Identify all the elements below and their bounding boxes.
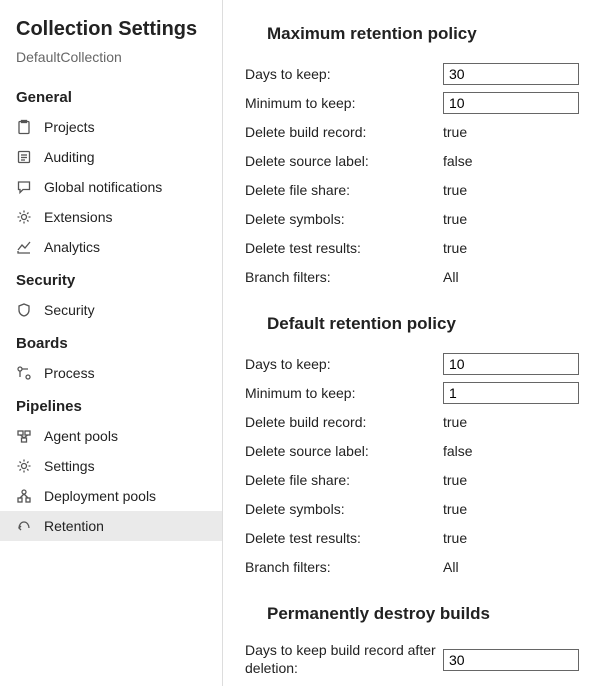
default-delete-build-record-value: true [443, 414, 467, 430]
pool-icon [16, 428, 32, 444]
label-delete-test-results: Delete test results: [245, 530, 443, 546]
days-after-deletion-input[interactable] [443, 649, 579, 671]
sidebar-item-label: Security [44, 302, 95, 318]
max-delete-build-record-value: true [443, 124, 467, 140]
default-branch-filters-value: All [443, 559, 459, 575]
nav-section-boards: Boards [0, 325, 222, 358]
clipboard-icon [16, 119, 32, 135]
sidebar-item-analytics[interactable]: Analytics [0, 232, 222, 262]
nav-section-security: Security [0, 262, 222, 295]
default-delete-symbols-value: true [443, 501, 467, 517]
sidebar-item-projects[interactable]: Projects [0, 112, 222, 142]
label-delete-file-share: Delete file share: [245, 182, 443, 198]
label-days-after-deletion: Days to keep build record after deletion… [245, 642, 443, 677]
sidebar-item-retention[interactable]: Retention [0, 511, 222, 541]
label-delete-symbols: Delete symbols: [245, 211, 443, 227]
process-icon [16, 365, 32, 381]
max-branch-filters-value: All [443, 269, 459, 285]
max-minimum-to-keep-input[interactable] [443, 92, 579, 114]
sidebar-item-security[interactable]: Security [0, 295, 222, 325]
default-delete-test-results-value: true [443, 530, 467, 546]
comment-icon [16, 179, 32, 195]
label-delete-test-results: Delete test results: [245, 240, 443, 256]
default-minimum-to-keep-input[interactable] [443, 382, 579, 404]
max-days-to-keep-input[interactable] [443, 63, 579, 85]
sidebar-item-label: Agent pools [44, 428, 118, 444]
page-title: Collection Settings [0, 18, 222, 49]
shield-icon [16, 302, 32, 318]
label-delete-build-record: Delete build record: [245, 124, 443, 140]
sidebar-item-auditing[interactable]: Auditing [0, 142, 222, 172]
sidebar-item-label: Auditing [44, 149, 95, 165]
heading-default-policy: Default retention policy [267, 314, 581, 334]
default-days-to-keep-input[interactable] [443, 353, 579, 375]
label-delete-symbols: Delete symbols: [245, 501, 443, 517]
label-delete-source-label: Delete source label: [245, 153, 443, 169]
nav-section-pipelines: Pipelines [0, 388, 222, 421]
default-delete-file-share-value: true [443, 472, 467, 488]
collection-name: DefaultCollection [0, 49, 222, 79]
max-delete-source-label-value: false [443, 153, 473, 169]
sidebar-item-agent-pools[interactable]: Agent pools [0, 421, 222, 451]
deploy-icon [16, 488, 32, 504]
sidebar-item-label: Settings [44, 458, 95, 474]
list-icon [16, 149, 32, 165]
label-minimum-to-keep: Minimum to keep: [245, 95, 443, 111]
default-delete-source-label-value: false [443, 443, 473, 459]
sidebar-item-label: Projects [44, 119, 95, 135]
sidebar-item-label: Process [44, 365, 95, 381]
sidebar-item-label: Retention [44, 518, 104, 534]
sidebar-item-deployment-pools[interactable]: Deployment pools [0, 481, 222, 511]
label-delete-build-record: Delete build record: [245, 414, 443, 430]
sidebar: Collection Settings DefaultCollection Ge… [0, 0, 223, 686]
max-delete-file-share-value: true [443, 182, 467, 198]
main-content: Maximum retention policy Days to keep: M… [223, 0, 603, 686]
chart-icon [16, 239, 32, 255]
sidebar-item-extensions[interactable]: Extensions [0, 202, 222, 232]
label-delete-source-label: Delete source label: [245, 443, 443, 459]
sidebar-item-label: Extensions [44, 209, 112, 225]
sidebar-item-process[interactable]: Process [0, 358, 222, 388]
max-delete-test-results-value: true [443, 240, 467, 256]
sidebar-item-settings[interactable]: Settings [0, 451, 222, 481]
sidebar-item-label: Deployment pools [44, 488, 156, 504]
label-days-to-keep: Days to keep: [245, 356, 443, 372]
gear-icon [16, 458, 32, 474]
sidebar-item-global-notifications[interactable]: Global notifications [0, 172, 222, 202]
label-branch-filters: Branch filters: [245, 269, 443, 285]
label-delete-file-share: Delete file share: [245, 472, 443, 488]
heading-destroy: Permanently destroy builds [267, 604, 581, 624]
sidebar-item-label: Analytics [44, 239, 100, 255]
label-branch-filters: Branch filters: [245, 559, 443, 575]
nav-section-general: General [0, 79, 222, 112]
label-days-to-keep: Days to keep: [245, 66, 443, 82]
retention-icon [16, 518, 32, 534]
max-delete-symbols-value: true [443, 211, 467, 227]
sidebar-item-label: Global notifications [44, 179, 162, 195]
heading-max-policy: Maximum retention policy [267, 24, 581, 44]
gear-icon [16, 209, 32, 225]
label-minimum-to-keep: Minimum to keep: [245, 385, 443, 401]
